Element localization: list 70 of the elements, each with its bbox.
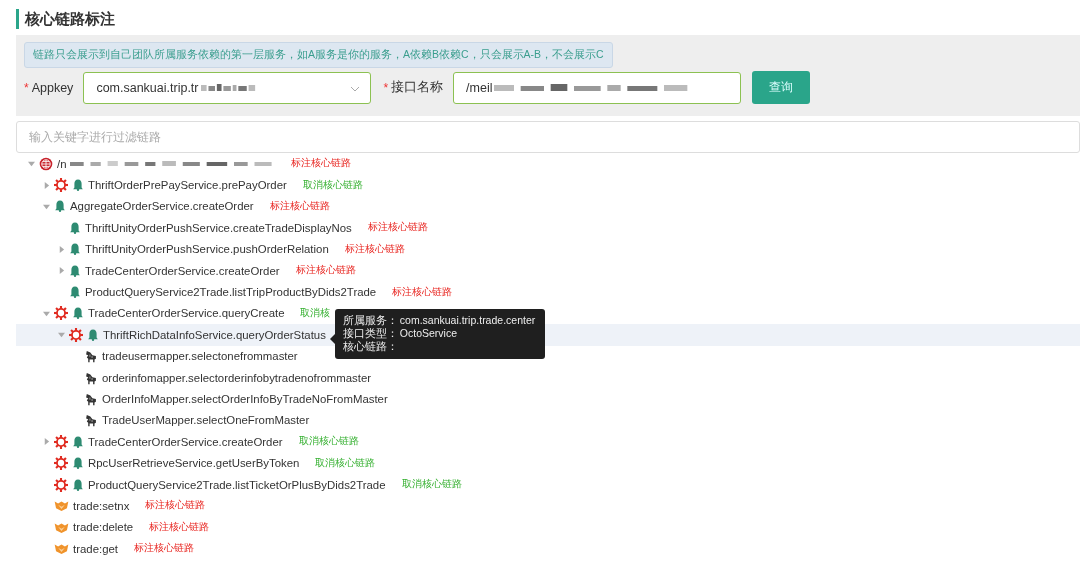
mark-core-link[interactable]: 标注核心链路 [295, 264, 356, 278]
caret-right-icon[interactable] [43, 181, 50, 189]
tooltip-key: 所属服务： [342, 313, 398, 326]
required-mark: * [383, 80, 389, 95]
mark-core-link[interactable]: 标注核心链路 [344, 242, 405, 256]
fox-icon [54, 542, 69, 556]
mark-core-link[interactable]: 标注核心链路 [133, 542, 194, 556]
tooltip-value: OctoService [399, 326, 458, 339]
tree-node-label[interactable]: ThriftUnityOrderPushService.createTradeDisplayNos [85, 221, 352, 234]
bell-icon [72, 457, 84, 470]
tree-node-label[interactable]: trade:setnx [73, 499, 130, 512]
tree-node-label[interactable]: trade:delete [73, 521, 134, 534]
tree-node-label[interactable]: TradeCenterOrderService.queryCreate [88, 307, 285, 320]
mark-core-link[interactable]: 标注核心链路 [145, 499, 206, 513]
caret-right-icon[interactable] [58, 245, 65, 253]
mark-core-link[interactable]: 标注核心链路 [367, 221, 428, 235]
interface-name-field[interactable]: /meil [453, 71, 742, 104]
tree-node-label[interactable]: OrderInfoMapper.selectOrderInfoByTradeNoFromMaster [102, 393, 388, 405]
appkey-select[interactable]: com.sankuai.trip.tr [83, 71, 372, 104]
tree-node-label[interactable]: trade:get [73, 542, 118, 555]
horse-icon [84, 349, 98, 364]
tree-node-label[interactable]: TradeCenterOrderService.createOrder [88, 435, 283, 448]
bell-icon [72, 435, 84, 448]
bell-icon [54, 200, 66, 213]
bell-icon [72, 478, 84, 491]
tree-node-label[interactable]: ThriftUnityOrderPushService.pushOrderRelation [85, 243, 329, 256]
tree-node-label[interactable]: TradeUserMapper.selectOneFromMaster [102, 414, 310, 427]
bell-icon [69, 243, 81, 256]
bell-icon [87, 328, 99, 341]
tree-node-label[interactable]: RpcUserRetrieveService.getUserByToken [88, 457, 300, 470]
globe-icon [39, 156, 53, 171]
horse-icon [84, 413, 98, 428]
bell-icon [69, 286, 81, 299]
horse-icon [84, 392, 98, 406]
tree-node-label[interactable]: TradeCenterOrderService.createOrder [85, 264, 280, 277]
notice-banner: 链路只会展示到自己团队所属服务依赖的第一层服务，如A服务是你的服务，A依赖B依赖C，只会展示A-B，不会展示C [24, 42, 613, 68]
required-mark: * [24, 80, 29, 95]
mark-core-link[interactable]: 标注核心链路 [149, 520, 210, 534]
chevron-down-icon [350, 85, 361, 92]
bell-icon [69, 221, 81, 234]
fox-icon [54, 520, 69, 534]
mark-core-link[interactable]: 标注核心链路 [392, 285, 453, 299]
mark-core-link[interactable]: 标注核心链路 [290, 157, 351, 171]
bell-icon [72, 179, 84, 192]
bell-icon [72, 307, 84, 320]
fox-icon [54, 499, 69, 513]
mark-core-link[interactable]: 标注核心链路 [269, 199, 330, 213]
tooltip-value: com.sankuai.trip.trade.center [399, 313, 536, 326]
tree-node-label[interactable]: ThriftOrderPrePayService.prePayOrder [88, 179, 287, 192]
field-label: 接口名称 [391, 79, 444, 96]
page-title: 核心链路标注 [25, 9, 115, 29]
tree-node-label[interactable]: ProductQueryService2Trade.listTicketOrPlusByDids2Trade [88, 478, 386, 491]
tree-node-label[interactable]: orderinfomapper.selectorderinfobytradenofrommaster [102, 371, 372, 384]
caret-down-icon[interactable] [58, 331, 65, 339]
caret-right-icon[interactable] [43, 438, 50, 446]
filter-input[interactable]: 输入关键字进行过滤链路 [16, 121, 1080, 153]
tooltip-key: 接口类型： [342, 326, 398, 339]
caret-right-icon[interactable] [58, 267, 65, 275]
blurred-text-drawing [200, 82, 257, 93]
tree-node-label[interactable]: ThriftRichDataInfoService.queryOrderStatus [103, 328, 326, 341]
caret-down-icon[interactable] [43, 202, 50, 210]
tree-node-label[interactable]: /n [57, 157, 67, 170]
caret-down-icon[interactable] [43, 309, 50, 317]
tree-node-label[interactable]: ProductQueryService2Trade.listTripProductByDids2Trade [85, 286, 377, 299]
horse-icon [84, 370, 98, 385]
tooltip-key: 核心链路： [342, 339, 398, 352]
bell-icon [69, 264, 81, 277]
caret-down-icon[interactable] [28, 160, 35, 168]
tree-node-label[interactable]: AggregateOrderService.createOrder [70, 200, 254, 213]
field-label: Appkey [31, 80, 74, 95]
